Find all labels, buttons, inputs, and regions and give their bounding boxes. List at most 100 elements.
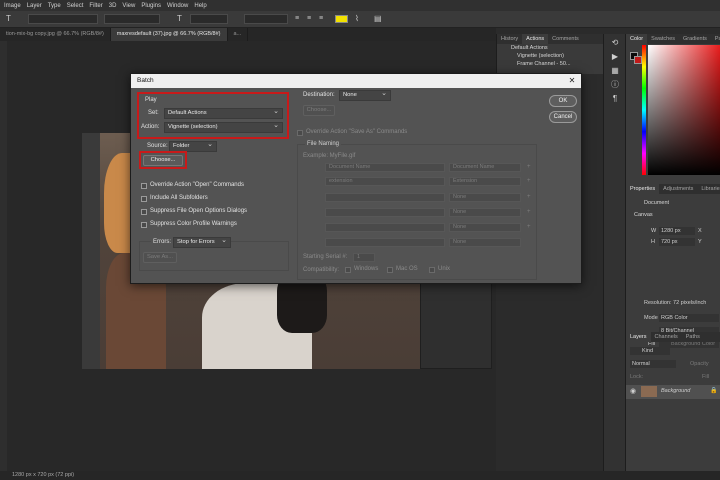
menu-view[interactable]: View (122, 3, 135, 9)
tab-comments[interactable]: Comments (548, 34, 583, 44)
set-label: Set: (148, 110, 159, 116)
tab-gradients[interactable]: Gradients (679, 34, 711, 44)
naming-field-5a[interactable] (325, 223, 445, 232)
naming-field-4a[interactable] (325, 208, 445, 217)
info-icon[interactable]: ⓘ (610, 80, 620, 90)
menu-3d[interactable]: 3D (109, 3, 117, 9)
compat-unix-label: Unix (438, 266, 451, 272)
override-open-checkbox[interactable] (141, 183, 147, 189)
height-field[interactable]: 720 px (659, 238, 695, 246)
naming-field-1a[interactable]: Document Name (325, 163, 445, 172)
menu-image[interactable]: Image (4, 3, 21, 9)
character-panel-icon[interactable]: ▤ (374, 14, 382, 23)
font-size-select[interactable] (190, 14, 228, 24)
naming-field-6a[interactable] (325, 238, 445, 247)
menu-bar: Image Layer Type Select Filter 3D View P… (0, 0, 720, 11)
tab-swatches[interactable]: Swatches (647, 34, 679, 44)
properties-panel-tabs: Properties Adjustments Libraries (626, 184, 720, 194)
play-icon[interactable]: ▶ (610, 52, 620, 62)
mode-select[interactable]: RGB Color (659, 314, 719, 322)
serial-field[interactable]: 1 (353, 253, 375, 262)
blend-mode-select[interactable]: Normal (630, 360, 676, 368)
layer-filter-select[interactable]: Kind (630, 347, 670, 355)
destination-select[interactable]: None (339, 90, 391, 101)
color-picker-field[interactable] (648, 45, 720, 175)
align-right-icon[interactable]: ≡ (319, 15, 323, 22)
save-as-button[interactable]: Save As... (143, 252, 177, 263)
suppress-open-options-checkbox[interactable] (141, 209, 147, 215)
ok-button[interactable]: OK (549, 95, 577, 107)
document-tab-active[interactable]: maxresdefault (37).jpg @ 66.7% (RGB/8#) (110, 28, 228, 41)
font-style-select[interactable] (104, 14, 160, 24)
tab-libraries[interactable]: Libraries (697, 184, 720, 194)
action-set-item[interactable]: Default Actions (497, 44, 603, 52)
document-tab[interactable]: tion-mix-bg copy.jpg @ 66.7% (RGB/8#) (0, 28, 111, 41)
menu-layer[interactable]: Layer (27, 3, 42, 9)
tab-properties[interactable]: Properties (626, 184, 660, 194)
naming-field-2a[interactable]: extension (325, 177, 445, 186)
align-center-icon[interactable]: ≡ (307, 15, 311, 22)
errors-select[interactable]: Stop for Errors (173, 237, 231, 248)
text-color-swatch[interactable] (335, 15, 348, 23)
layers-icon[interactable]: ▦ (610, 66, 620, 76)
serial-label: Starting Serial #: (303, 254, 348, 260)
tab-layers[interactable]: Layers (626, 332, 651, 342)
mode-label: Mode (644, 315, 658, 321)
hue-slider[interactable] (642, 45, 646, 175)
naming-field-2b[interactable]: Extension (449, 177, 521, 186)
cancel-button[interactable]: Cancel (549, 111, 577, 123)
tab-paths[interactable]: Paths (682, 332, 704, 342)
tab-patterns[interactable]: Patte... (711, 34, 720, 44)
include-subfolders-checkbox[interactable] (141, 196, 147, 202)
layer-row-background[interactable]: ◉ Background 🔒 (626, 385, 720, 399)
set-select[interactable]: Default Actions (164, 108, 283, 119)
menu-help[interactable]: Help (194, 3, 206, 9)
compat-macos-checkbox[interactable] (387, 267, 393, 273)
nested-toolbar-image (82, 133, 100, 369)
suppress-open-options-label: Suppress File Open Options Dialogs (150, 208, 248, 214)
action-item[interactable]: Frame Channel - 50... (497, 60, 603, 68)
naming-field-5b[interactable]: None (449, 223, 521, 232)
layer-name[interactable]: Background (661, 388, 690, 394)
font-family-select[interactable] (28, 14, 98, 24)
width-field[interactable]: 1280 px (659, 227, 695, 235)
lock-icon: 🔒 (710, 388, 718, 394)
eye-icon[interactable]: ◉ (630, 387, 636, 395)
action-select[interactable]: Vignette (selection) (164, 122, 283, 133)
menu-plugins[interactable]: Plugins (141, 3, 161, 9)
naming-field-6b[interactable]: None (449, 238, 521, 247)
tab-color[interactable]: Color (626, 34, 648, 44)
tab-adjustments[interactable]: Adjustments (659, 184, 697, 194)
suppress-color-warnings-label: Suppress Color Profile Warnings (150, 221, 237, 227)
menu-window[interactable]: Window (167, 3, 188, 9)
action-item[interactable]: Vignette (selection) (497, 52, 603, 60)
naming-field-3b[interactable]: None (449, 193, 521, 202)
menu-type[interactable]: Type (48, 3, 61, 9)
anti-alias-select[interactable] (244, 14, 288, 24)
suppress-color-warnings-checkbox[interactable] (141, 222, 147, 228)
background-color-swatch[interactable] (634, 56, 642, 64)
menu-filter[interactable]: Filter (89, 3, 102, 9)
compat-unix-checkbox[interactable] (429, 267, 435, 273)
naming-field-4b[interactable]: None (449, 208, 521, 217)
history-icon[interactable]: ⟲ (610, 38, 620, 48)
plus-icon: + (527, 178, 531, 184)
dialog-title: Batch (131, 74, 581, 88)
destination-choose-button[interactable]: Choose... (303, 105, 335, 116)
tab-history[interactable]: History (497, 34, 522, 44)
override-save-as-checkbox[interactable] (297, 130, 303, 136)
compat-windows-checkbox[interactable] (345, 267, 351, 273)
naming-field-3a[interactable] (325, 193, 445, 202)
tab-actions[interactable]: Actions (522, 34, 549, 44)
type-tool-icon[interactable]: T (6, 14, 11, 23)
naming-field-1b[interactable]: Document Name (449, 163, 521, 172)
warp-text-icon[interactable]: ⌇ (355, 14, 359, 23)
menu-select[interactable]: Select (67, 3, 84, 9)
close-icon[interactable]: ✕ (567, 74, 577, 88)
paragraph-icon[interactable]: ¶ (610, 94, 620, 104)
document-tab[interactable]: a... (228, 28, 249, 41)
source-choose-button[interactable]: Choose... (143, 155, 183, 166)
source-label: Source: (147, 143, 168, 149)
tab-channels[interactable]: Channels (651, 332, 682, 342)
align-left-icon[interactable]: ≡ (295, 15, 299, 22)
